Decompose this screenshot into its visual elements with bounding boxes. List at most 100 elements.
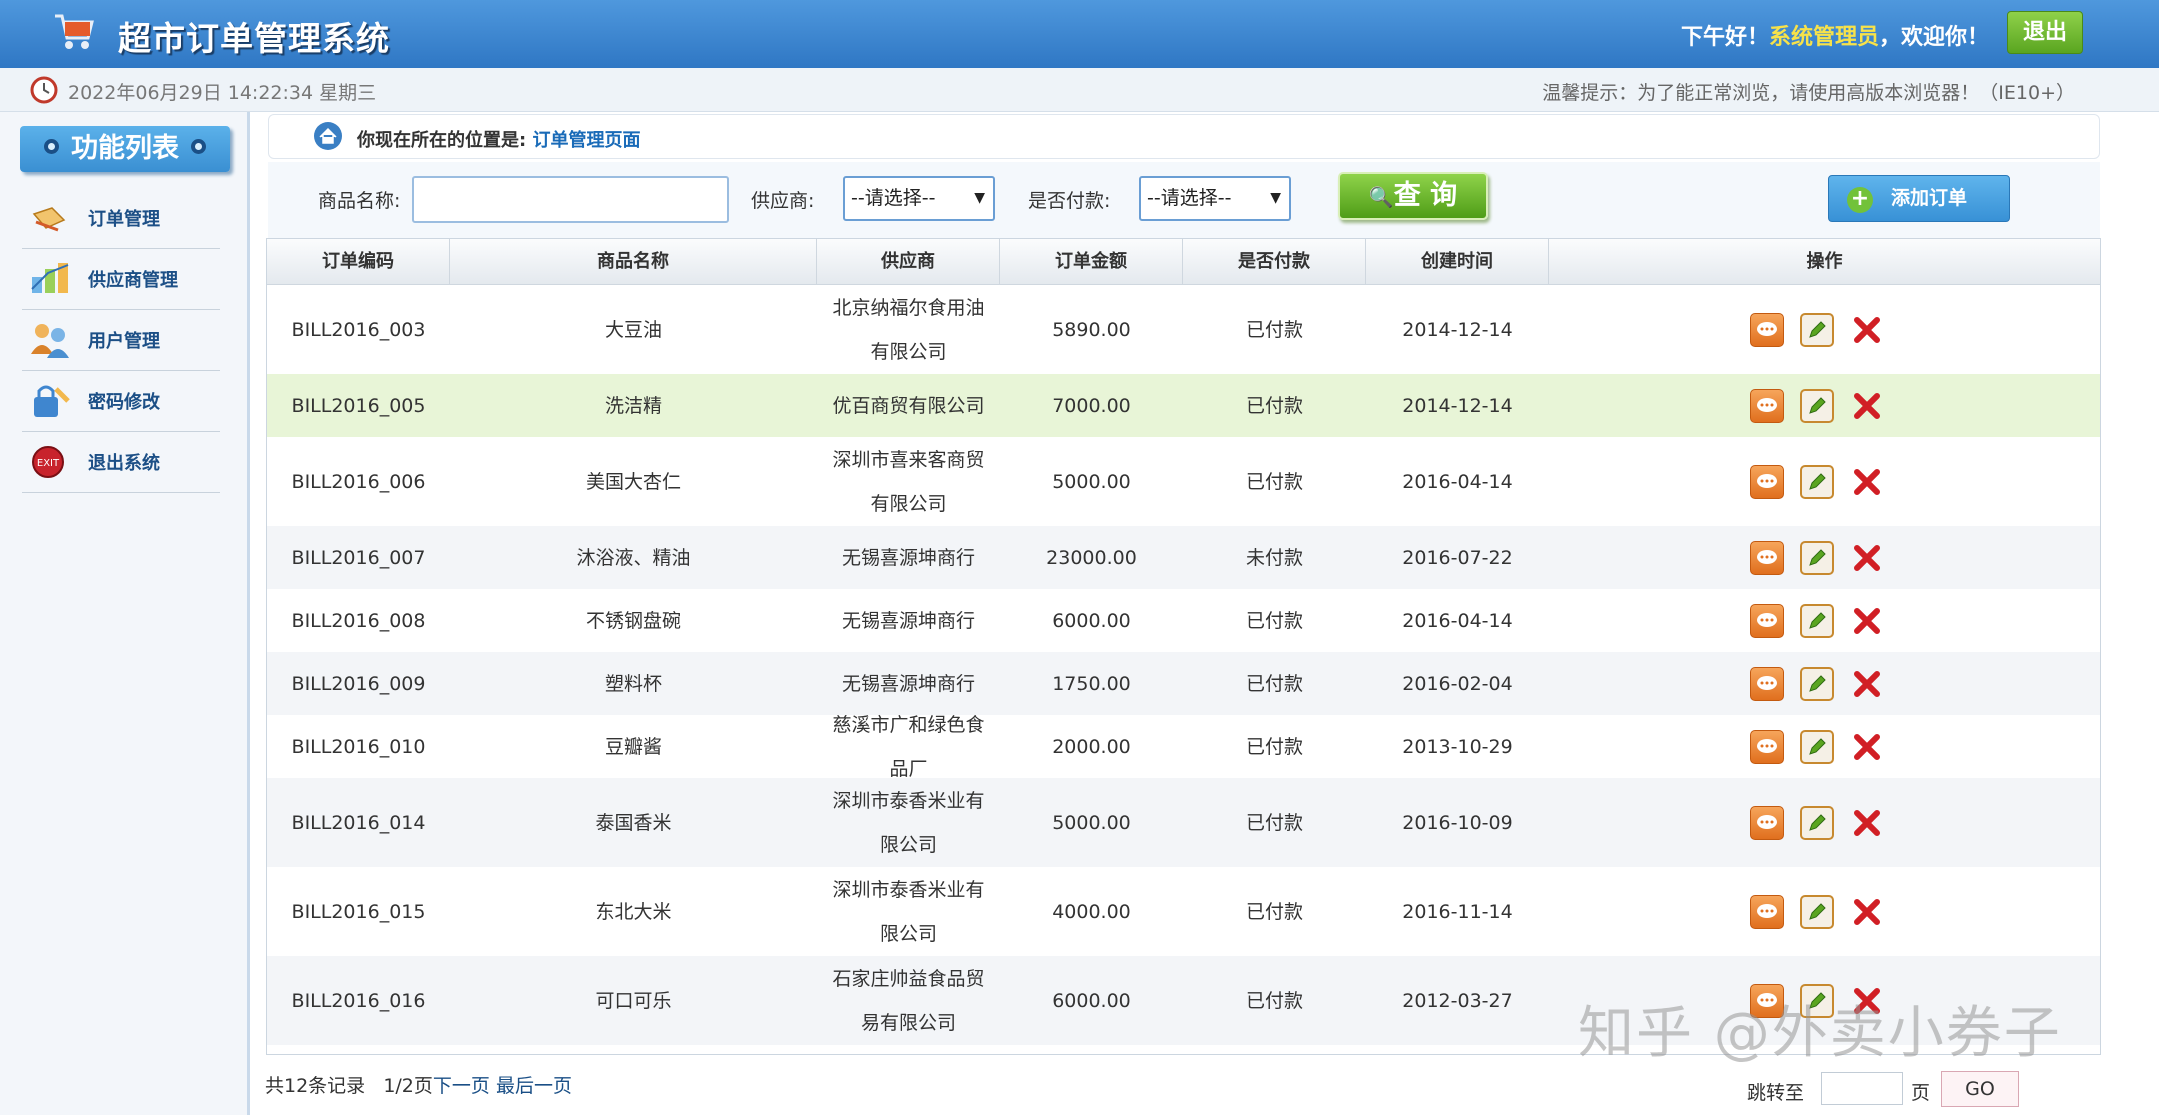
edit-button[interactable] <box>1800 894 1834 929</box>
delete-button[interactable] <box>1850 465 1884 499</box>
view-button[interactable] <box>1750 894 1784 929</box>
cell-paid: 已付款 <box>1245 318 1303 341</box>
row-actions <box>1750 778 1900 867</box>
view-button[interactable] <box>1750 805 1784 840</box>
clock-icon <box>30 76 58 104</box>
cell-amount: 5000.00 <box>1052 811 1131 834</box>
cell-code: BILL2016_015 <box>291 900 426 923</box>
cell-code: BILL2016_016 <box>291 989 426 1012</box>
chat-icon <box>1757 473 1777 488</box>
cell-paid: 已付款 <box>1245 735 1303 758</box>
delete-x-icon <box>1854 468 1880 495</box>
sidebar-item-label: 供应商管理 <box>88 270 178 291</box>
breadcrumb-current[interactable]: 订单管理页面 <box>532 130 640 151</box>
cell-date: 2012-03-27 <box>1402 989 1513 1012</box>
delete-x-icon <box>1854 733 1880 760</box>
view-button[interactable] <box>1750 729 1784 764</box>
delete-x-icon <box>1854 544 1880 571</box>
cell-amount: 4000.00 <box>1052 900 1131 923</box>
row-actions <box>1750 589 1900 652</box>
cell-code: BILL2016_006 <box>291 470 426 493</box>
edit-button[interactable] <box>1800 540 1834 575</box>
column-header: 订单金额 <box>1000 239 1183 285</box>
paid-status-select[interactable]: --请选择-- ▼ <box>1139 176 1291 221</box>
cell-date: 2014-12-14 <box>1402 318 1513 341</box>
delete-button[interactable] <box>1850 895 1884 929</box>
cell-product: 东北大米 <box>595 900 672 923</box>
view-button[interactable] <box>1750 666 1784 701</box>
table-row: BILL2016_008 不锈钢盘碗 无锡喜源坤商行 6000.00 已付款 2016-0… <box>267 589 2100 652</box>
jump-label: 跳转至 <box>1747 1082 1805 1104</box>
magnifier-icon: 🔍 <box>1368 185 1394 209</box>
delete-button[interactable] <box>1850 389 1884 423</box>
edit-button[interactable] <box>1800 312 1834 347</box>
delete-button[interactable] <box>1850 313 1884 347</box>
cell-supplier: 无锡喜源坤商行 <box>841 546 975 569</box>
sidebar-item-password[interactable]: 密码修改 <box>22 371 220 432</box>
pencil-icon <box>1809 674 1826 692</box>
sidebar-item-users[interactable]: 用户管理 <box>22 310 220 371</box>
supplier-select[interactable]: --请选择-- ▼ <box>843 176 995 221</box>
chat-icon <box>1757 612 1777 627</box>
product-name-label: 商品名称: <box>318 190 401 212</box>
cell-amount: 6000.00 <box>1052 609 1131 632</box>
add-order-button[interactable]: + 添加订单 <box>1828 175 2010 222</box>
pencil-icon <box>1809 902 1826 920</box>
delete-button[interactable] <box>1850 667 1884 701</box>
last-page-link[interactable]: 最后一页 <box>496 1075 572 1097</box>
view-button[interactable] <box>1750 540 1784 575</box>
cell-supplier: 无锡喜源坤商行 <box>841 609 975 632</box>
next-page-link[interactable]: 下一页 <box>433 1075 490 1097</box>
cell-product: 沐浴液、精油 <box>576 546 691 569</box>
cell-date: 2016-04-14 <box>1402 470 1513 493</box>
cell-date: 2013-10-29 <box>1402 735 1513 758</box>
search-bar: 商品名称: 供应商: --请选择-- ▼ 是否付款: --请选择-- ▼ 🔍查 询 … <box>268 162 2100 238</box>
view-button[interactable] <box>1750 312 1784 347</box>
cell-paid: 已付款 <box>1245 470 1303 493</box>
delete-x-icon <box>1854 670 1880 697</box>
cell-amount: 2000.00 <box>1052 735 1131 758</box>
sidebar-item-label: 用户管理 <box>88 331 160 352</box>
dropdown-arrow-icon: ▼ <box>1270 190 1281 206</box>
cell-supplier: 深圳市喜来客商贸有限公司 <box>832 448 985 515</box>
user-role: 系统管理员 <box>1768 25 1879 50</box>
pencil-icon <box>1809 548 1826 566</box>
edit-button[interactable] <box>1800 603 1834 638</box>
column-header: 创建时间 <box>1366 239 1549 285</box>
cell-date: 2014-12-14 <box>1402 394 1513 417</box>
view-button[interactable] <box>1750 464 1784 499</box>
product-name-input[interactable] <box>412 176 729 223</box>
cell-amount: 5000.00 <box>1052 470 1131 493</box>
cell-code: BILL2016_009 <box>291 672 426 695</box>
view-button[interactable] <box>1750 603 1784 638</box>
delete-button[interactable] <box>1850 541 1884 575</box>
view-button[interactable] <box>1750 388 1784 423</box>
delete-x-icon <box>1854 607 1880 634</box>
query-button[interactable]: 🔍查 询 <box>1338 172 1488 220</box>
cell-paid: 已付款 <box>1245 394 1303 417</box>
watermark-text: 知乎 @外卖小券子 <box>1578 1001 2062 1066</box>
sidebar-item-exit[interactable]: EXIT 退出系统 <box>22 432 220 493</box>
go-button[interactable]: GO <box>1941 1071 2019 1107</box>
bullet-icon <box>44 139 59 154</box>
table-row: BILL2016_007 沐浴液、精油 无锡喜源坤商行 23000.00 未付款 2016… <box>267 526 2100 589</box>
delete-button[interactable] <box>1850 730 1884 764</box>
row-actions <box>1750 374 1900 437</box>
logout-button[interactable]: 退出 <box>2007 11 2083 54</box>
edit-button[interactable] <box>1800 805 1834 840</box>
sidebar-item-label: 退出系统 <box>88 453 160 474</box>
edit-button[interactable] <box>1800 388 1834 423</box>
cell-code: BILL2016_003 <box>291 318 426 341</box>
delete-button[interactable] <box>1850 604 1884 638</box>
table-row: BILL2016_010 豆瓣酱 慈溪市广和绿色食品厂 2000.00 已付款 2013-… <box>267 714 2100 780</box>
sidebar-item-suppliers[interactable]: 供应商管理 <box>22 249 220 310</box>
edit-button[interactable] <box>1800 729 1834 764</box>
edit-button[interactable] <box>1800 666 1834 701</box>
app-title: 超市订单管理系统 <box>118 19 390 58</box>
edit-button[interactable] <box>1800 464 1834 499</box>
shopping-cart-icon <box>55 14 94 49</box>
delete-button[interactable] <box>1850 806 1884 840</box>
sidebar-item-orders[interactable]: 订单管理 <box>22 188 220 249</box>
delete-x-icon <box>1854 898 1880 925</box>
jump-page-input[interactable] <box>1821 1072 1903 1105</box>
